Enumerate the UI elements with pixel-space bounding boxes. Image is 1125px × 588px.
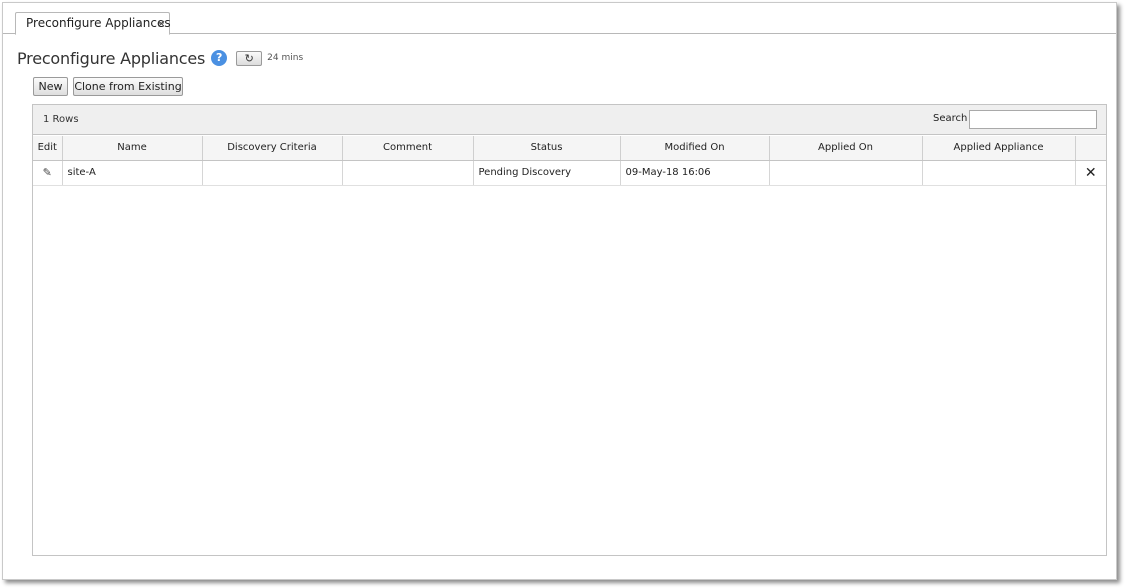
pencil-icon[interactable]: ✎	[43, 166, 52, 179]
status-cell: Pending Discovery	[473, 160, 621, 186]
tab-preconfigure-appliances[interactable]: Preconfigure Appliances ×	[15, 12, 171, 35]
column-header-delete	[1075, 136, 1106, 161]
comment-cell	[342, 160, 474, 186]
name-cell: site-A	[62, 160, 203, 186]
new-button[interactable]: New	[33, 77, 68, 96]
column-header-name[interactable]: Name	[62, 136, 203, 161]
column-header-comment[interactable]: Comment	[342, 136, 474, 161]
column-header-discovery-criteria[interactable]: Discovery Criteria	[202, 136, 343, 161]
delete-cell: ✕	[1075, 160, 1106, 186]
applied-appliance-cell	[922, 160, 1076, 186]
close-icon[interactable]: ×	[157, 13, 166, 34]
last-refresh-text: 24 mins	[267, 53, 304, 63]
modified-on-cell: 09-May-18 16:06	[620, 160, 770, 186]
column-header-applied-on[interactable]: Applied On	[769, 136, 923, 161]
appliances-table: Edit Name Discovery Criteria Comment Sta…	[33, 136, 1106, 186]
column-header-modified-on[interactable]: Modified On	[620, 136, 770, 161]
close-icon[interactable]: ✕	[1085, 165, 1097, 181]
tab-bar: Preconfigure Appliances ×	[3, 3, 1116, 35]
tab-label: Preconfigure Appliances	[26, 16, 171, 30]
clone-from-existing-button[interactable]: Clone from Existing	[73, 77, 183, 96]
page-header: Preconfigure Appliances ? ↻ 24 mins	[17, 47, 303, 69]
column-header-applied-appliance[interactable]: Applied Appliance	[922, 136, 1076, 161]
applied-on-cell	[769, 160, 923, 186]
table-header-row: Edit Name Discovery Criteria Comment Sta…	[33, 136, 1106, 161]
search-input[interactable]	[969, 110, 1097, 129]
column-header-status[interactable]: Status	[473, 136, 621, 161]
appliances-grid: 1 Rows Search Edit Name Discovery Criter…	[32, 104, 1107, 556]
grid-toolbar: 1 Rows Search	[33, 105, 1106, 135]
app-window: Preconfigure Appliances × Preconfigure A…	[2, 2, 1117, 580]
page-title: Preconfigure Appliances	[17, 48, 206, 68]
edit-cell: ✎	[33, 160, 63, 186]
discovery-criteria-cell	[202, 160, 343, 186]
search-label: Search	[933, 113, 968, 124]
help-icon[interactable]: ?	[211, 50, 228, 66]
refresh-button[interactable]: ↻	[236, 50, 263, 66]
row-count: 1 Rows	[43, 114, 79, 125]
column-header-edit[interactable]: Edit	[33, 136, 63, 161]
table-row[interactable]: ✎ site-A Pending Discovery 09-May-18 16:…	[33, 160, 1106, 186]
